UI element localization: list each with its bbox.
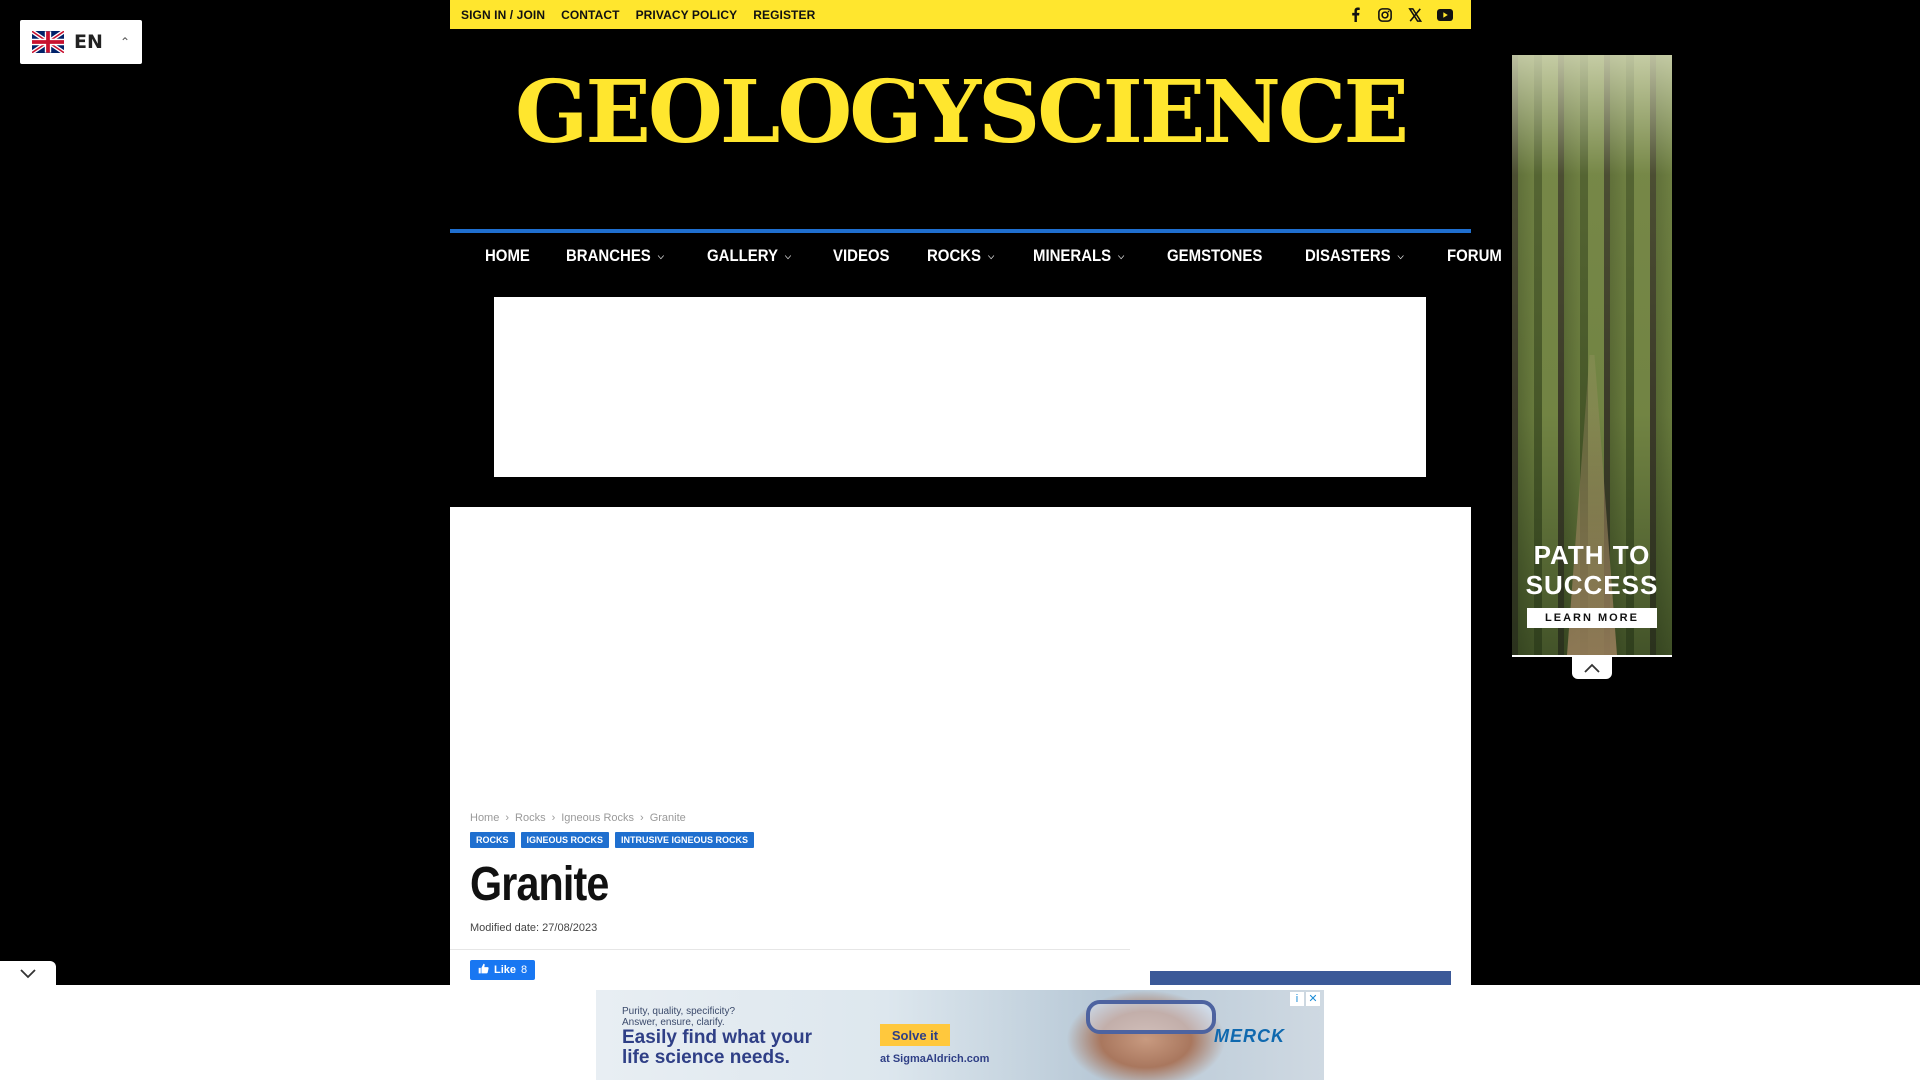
social-links bbox=[1347, 7, 1471, 23]
facebook-icon[interactable] bbox=[1347, 7, 1363, 23]
chevron-down-icon: ⌵ bbox=[1397, 250, 1404, 261]
sign-in-link[interactable]: SIGN IN / JOIN bbox=[461, 8, 545, 22]
x-icon[interactable] bbox=[1407, 7, 1423, 23]
chevron-down-icon: ⌵ bbox=[1118, 250, 1125, 261]
article-content: Home › Rocks › Igneous Rocks › Granite R… bbox=[450, 507, 1471, 987]
breadcrumb-separator: › bbox=[505, 812, 510, 824]
breadcrumb-rocks[interactable]: Rocks bbox=[515, 812, 546, 824]
nav-label: MINERALS bbox=[1033, 246, 1112, 265]
nav-item-home[interactable]: HOME bbox=[485, 246, 530, 266]
chevron-up-icon: ⌃ bbox=[119, 35, 130, 49]
category-intrusive-igneous-rocks[interactable]: INTRUSIVE IGNEOUS ROCKS bbox=[615, 832, 755, 848]
nav-item-rocks[interactable]: ROCKS ⌵ bbox=[927, 246, 994, 266]
nav-item-gallery[interactable]: GALLERY ⌵ bbox=[707, 246, 791, 266]
close-icon[interactable]: ✕ bbox=[1306, 992, 1320, 1006]
breadcrumb-current: Granite bbox=[649, 812, 686, 824]
top-bar: SIGN IN / JOIN CONTACT PRIVACY POLICY RE… bbox=[450, 0, 1471, 29]
nav-label: DISASTERS bbox=[1305, 246, 1391, 265]
ad-site: at SigmaAldrich.com bbox=[880, 1053, 990, 1065]
merck-logo: MERCK bbox=[1214, 1026, 1285, 1046]
article-title: Granite bbox=[470, 858, 609, 911]
breadcrumb-igneous-rocks[interactable]: Igneous Rocks bbox=[561, 812, 634, 824]
privacy-policy-link[interactable]: PRIVACY POLICY bbox=[636, 8, 738, 22]
chevron-down-icon: ⌵ bbox=[987, 250, 994, 261]
youtube-icon[interactable] bbox=[1437, 7, 1453, 23]
ad-headline: Easily find what your life science needs… bbox=[622, 1027, 813, 1068]
goggles-image bbox=[1086, 1000, 1216, 1034]
facebook-like-button[interactable]: Like 8 bbox=[470, 960, 536, 980]
breadcrumb-home[interactable]: Home bbox=[470, 812, 499, 824]
register-link[interactable]: REGISTER bbox=[753, 8, 815, 22]
side-ad-headline: PATH TO SUCCESS bbox=[1525, 540, 1659, 600]
nav-item-branches[interactable]: BRANCHES ⌵ bbox=[566, 246, 664, 266]
chevron-down-icon: ⌵ bbox=[657, 250, 664, 261]
modified-date: Modified date: 27/08/2023 bbox=[470, 922, 598, 934]
collapse-bottom-ad-button[interactable] bbox=[0, 961, 56, 987]
like-label: Like bbox=[494, 964, 517, 976]
nav-item-gemstones[interactable]: GEMSTONES bbox=[1167, 246, 1262, 266]
nav-label: ROCKS bbox=[926, 246, 981, 265]
side-ad[interactable]: PATH TO SUCCESS LEARN MORE bbox=[1512, 55, 1672, 657]
nav-label: BRANCHES bbox=[566, 246, 651, 265]
instagram-icon[interactable] bbox=[1377, 7, 1393, 23]
top-ad-slot[interactable] bbox=[494, 297, 1426, 477]
category-tags: ROCKS IGNEOUS ROCKS INTRUSIVE IGNEOUS RO… bbox=[470, 832, 755, 848]
divider bbox=[450, 949, 1130, 950]
category-rocks[interactable]: ROCKS bbox=[470, 832, 515, 848]
ad-info-icon[interactable]: i bbox=[1290, 992, 1304, 1006]
nav-item-videos[interactable]: VIDEOS bbox=[833, 246, 890, 266]
breadcrumb-separator: › bbox=[640, 812, 644, 824]
solve-it-button[interactable]: Solve it bbox=[880, 1024, 950, 1046]
nav-item-minerals[interactable]: MINERALS ⌵ bbox=[1033, 246, 1124, 266]
contact-link[interactable]: CONTACT bbox=[561, 8, 619, 22]
site-logo[interactable]: GEOLOGYSCIENCE bbox=[450, 62, 1471, 163]
nav-item-forum[interactable]: FORUM bbox=[1447, 246, 1502, 266]
chevron-down-icon: ⌵ bbox=[785, 250, 792, 261]
nav-label: GEMSTONES bbox=[1166, 246, 1263, 265]
ad-controls: i ✕ bbox=[1290, 992, 1320, 1006]
breadcrumb-separator: › bbox=[551, 812, 556, 824]
breadcrumb: Home › Rocks › Igneous Rocks › Granite bbox=[470, 812, 686, 824]
bottom-ad[interactable]: Purity, quality, specificity? Answer, en… bbox=[596, 990, 1324, 1080]
language-switcher[interactable]: EN ⌃ bbox=[20, 20, 142, 64]
thumbs-up-icon bbox=[478, 963, 489, 977]
collapse-side-ad-button[interactable] bbox=[1572, 657, 1612, 679]
nav-item-disasters[interactable]: DISASTERS ⌵ bbox=[1305, 246, 1404, 266]
uk-flag-icon bbox=[32, 31, 64, 53]
main-nav: HOME BRANCHES ⌵ GALLERY ⌵ VIDEOS ROCKS ⌵ MI… bbox=[450, 229, 1558, 279]
nav-label: VIDEOS bbox=[832, 246, 890, 265]
learn-more-button[interactable]: LEARN MORE bbox=[1527, 608, 1657, 628]
like-count: 8 bbox=[521, 964, 528, 976]
language-code: EN bbox=[74, 31, 103, 53]
nav-label: HOME bbox=[485, 246, 530, 265]
category-igneous-rocks[interactable]: IGNEOUS ROCKS bbox=[520, 832, 610, 848]
nav-label: GALLERY bbox=[707, 246, 779, 265]
ad-tagline: Purity, quality, specificity? Answer, en… bbox=[622, 1006, 736, 1028]
nav-label: FORUM bbox=[1447, 246, 1502, 265]
